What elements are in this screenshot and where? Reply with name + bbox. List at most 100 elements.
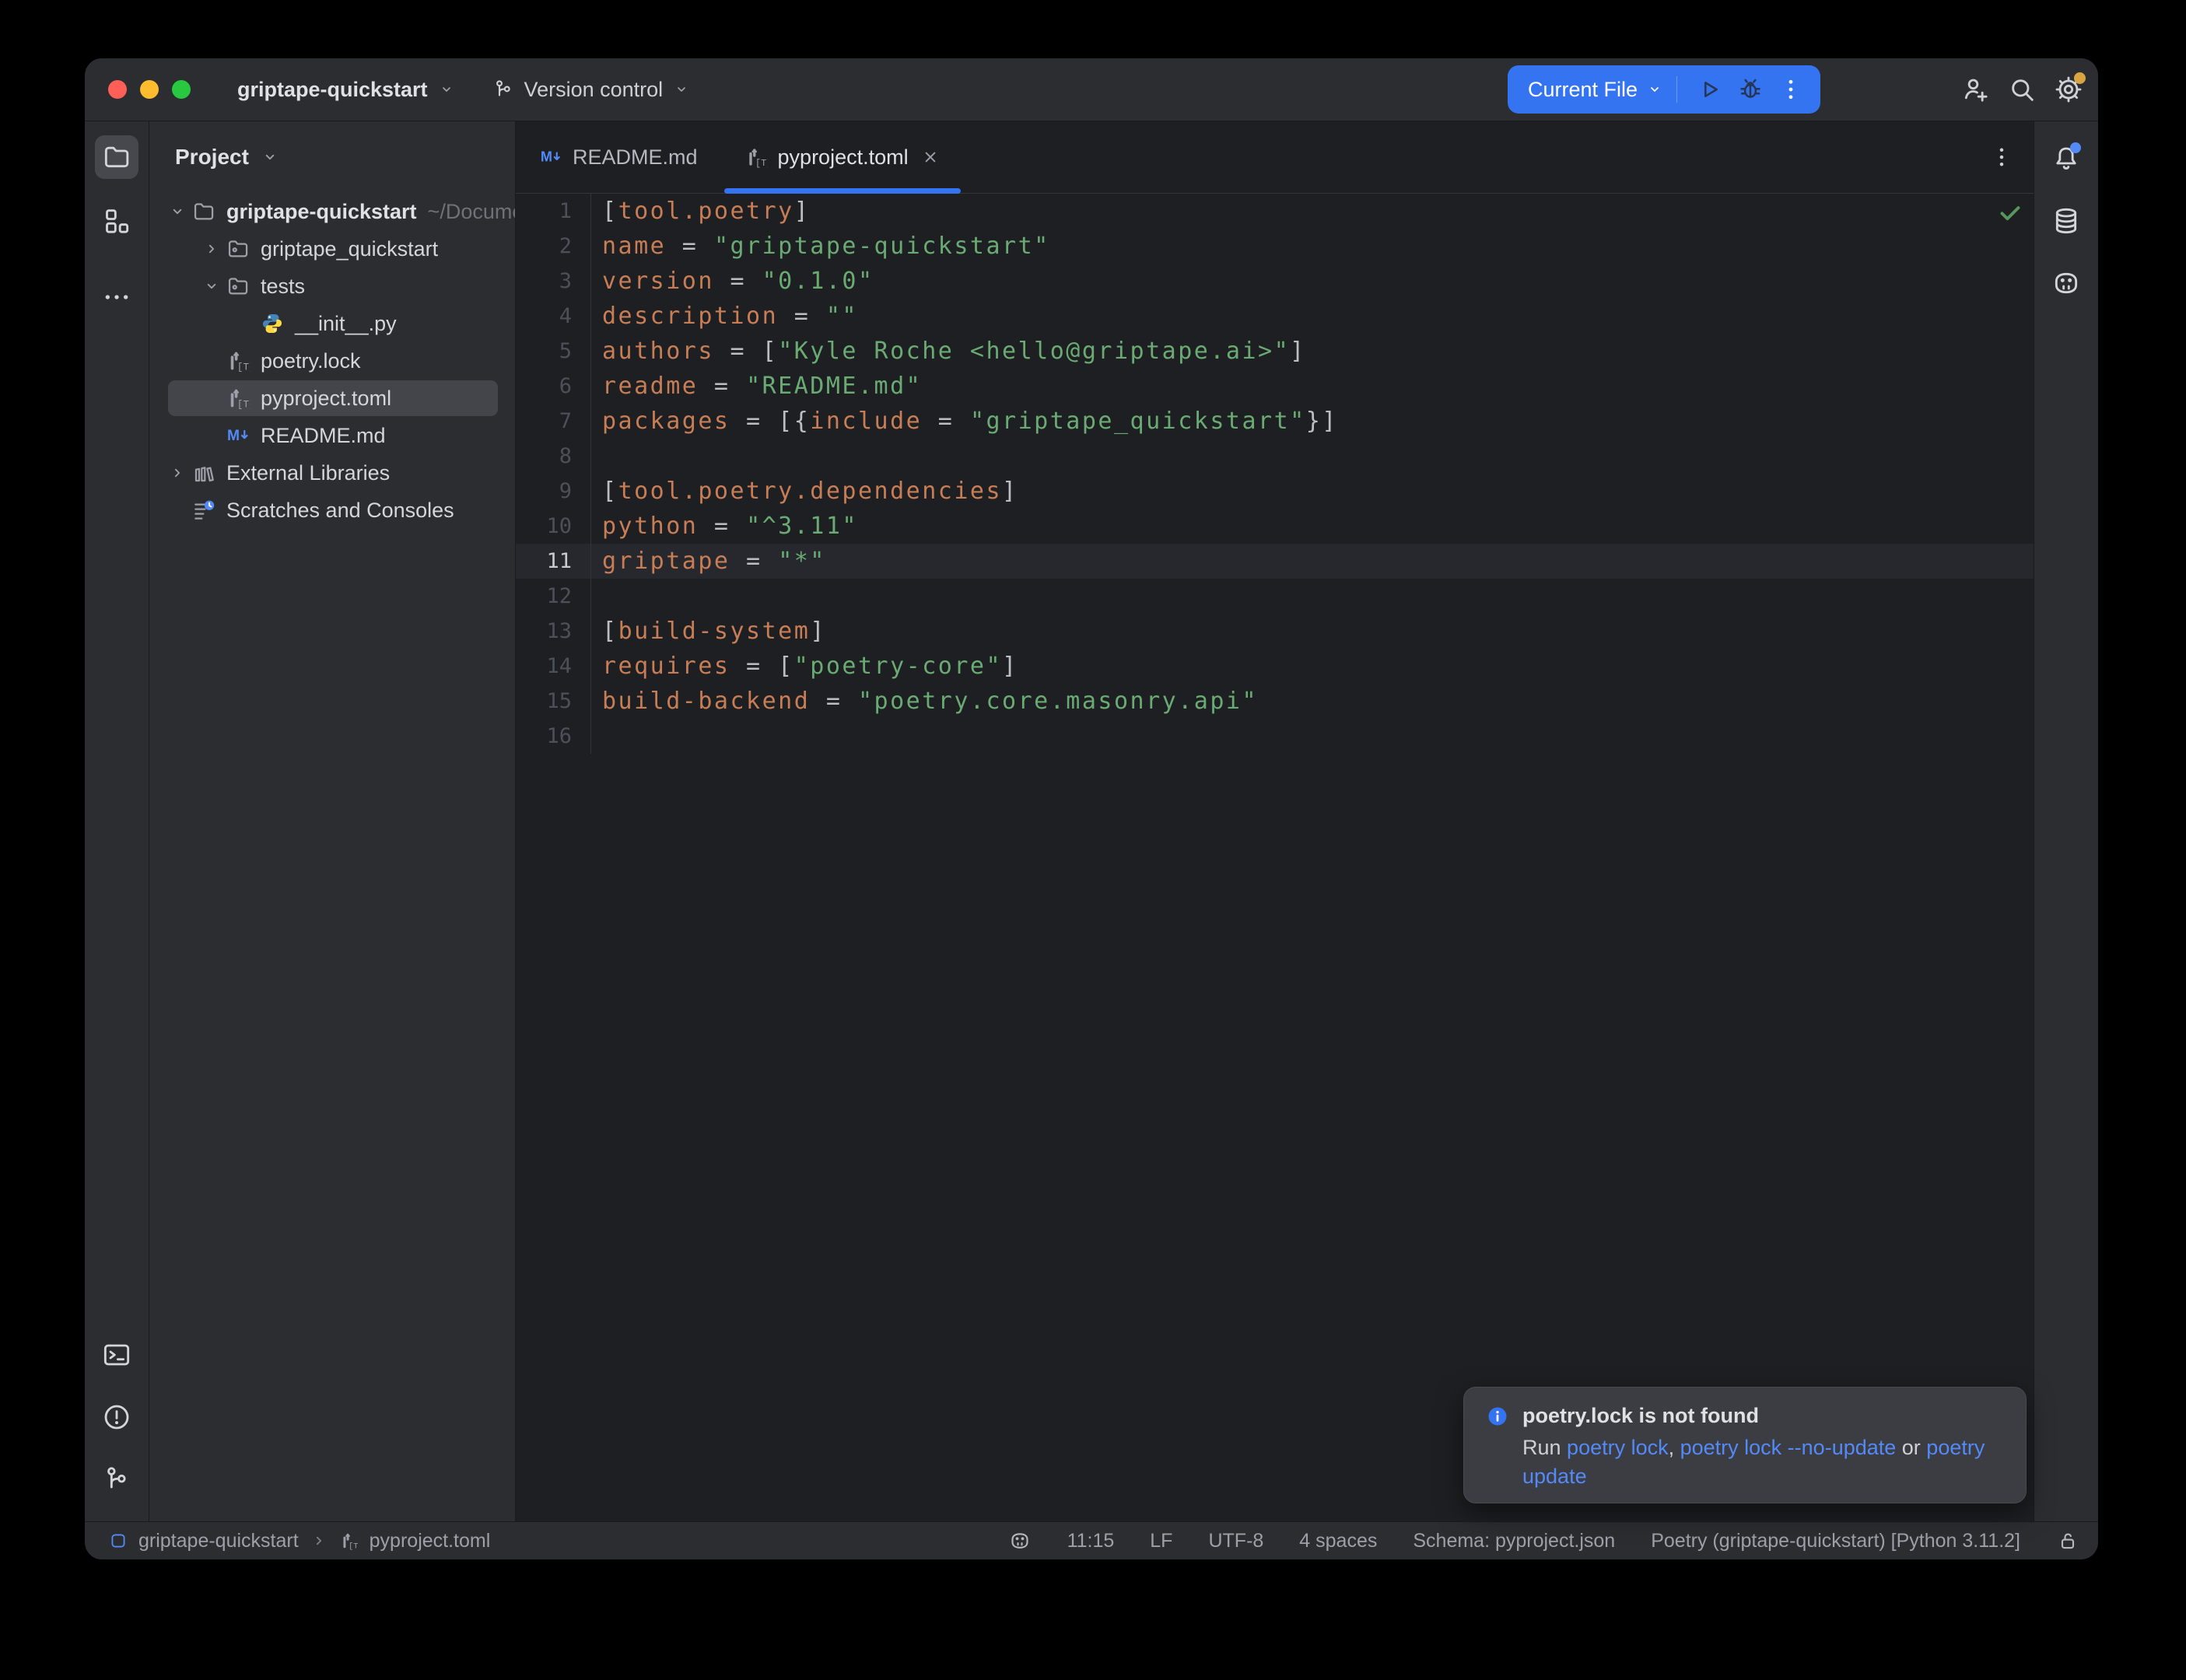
code-text: authors = ["Kyle Roche <hello@griptape.a… (591, 334, 1306, 369)
chevron-down-icon (201, 276, 222, 296)
code-text: name = "griptape-quickstart" (591, 229, 1050, 264)
code-line-9[interactable]: 9[tool.poetry.dependencies] (516, 474, 2034, 509)
chevron-right-icon[interactable] (165, 463, 190, 483)
run-button[interactable] (1696, 75, 1724, 103)
code-text: python = "^3.11" (591, 509, 858, 544)
debug-button[interactable] (1736, 75, 1764, 103)
inspections-ok-icon[interactable] (1996, 198, 2024, 226)
tool-window-button-database[interactable] (2044, 199, 2088, 243)
code-text: [tool.poetry] (591, 194, 810, 229)
structure-icon (101, 205, 132, 236)
chevron-down-icon (167, 201, 187, 222)
project-widget[interactable]: griptape-quickstart (237, 78, 456, 102)
svg-text:M: M (227, 428, 240, 444)
code-line-14[interactable]: 14requires = ["poetry-core"] (516, 649, 2034, 684)
svg-text:M: M (541, 149, 552, 165)
code-line-5[interactable]: 5authors = ["Kyle Roche <hello@griptape.… (516, 334, 2034, 369)
tool-window-button-structure[interactable] (95, 199, 138, 243)
tree-item-scratches-and-consoles[interactable]: Scratches and Consoles (149, 492, 515, 529)
status-item-5[interactable]: Poetry (griptape-quickstart) [Python 3.1… (1651, 1530, 2020, 1552)
notification-body: Run poetry lock, poetry lock --no-update… (1522, 1433, 1997, 1491)
code-line-4[interactable]: 4description = "" (516, 299, 2034, 334)
tree-item--init-py[interactable]: __init__.py (149, 305, 515, 342)
code-editor[interactable]: 1[tool.poetry]2name = "griptape-quicksta… (516, 194, 2034, 1521)
tool-window-button-project[interactable] (95, 135, 138, 179)
run-configuration-widget[interactable]: Current File (1508, 65, 1820, 114)
lock-open-icon[interactable] (2056, 1529, 2079, 1552)
editor-tab-bar: M README.md [T]pyproject.toml (516, 121, 2034, 194)
notification-text: Run (1522, 1436, 1567, 1459)
status-item-2[interactable]: UTF-8 (1208, 1530, 1263, 1552)
close-window-button[interactable] (108, 80, 127, 99)
tool-window-button-copilot[interactable] (2044, 261, 2088, 305)
tree-item-readme-md[interactable]: M README.md (149, 417, 515, 454)
code-line-12[interactable]: 12 (516, 579, 2034, 614)
code-line-13[interactable]: 13[build-system] (516, 614, 2034, 649)
chevron-right-icon[interactable] (199, 239, 224, 259)
search-everywhere-button[interactable] (1999, 68, 2045, 111)
line-number: 6 (516, 369, 591, 404)
tree-item-pyproject-toml[interactable]: [T]pyproject.toml (149, 380, 515, 417)
tree-item-label: README.md (261, 424, 386, 448)
tab-pyproject-toml[interactable]: [T]pyproject.toml (721, 121, 964, 193)
svg-text:[T]: [T] (237, 398, 250, 410)
tree-item-griptape-quickstart[interactable]: griptape-quickstart~/Docume (149, 193, 515, 230)
tab-label: README.md (573, 145, 698, 170)
status-item-4[interactable]: Schema: pyproject.json (1413, 1530, 1615, 1552)
markdown-icon: M (226, 423, 250, 448)
code-text (591, 719, 602, 754)
more-run-options-button[interactable] (1777, 75, 1805, 103)
code-line-7[interactable]: 7packages = [{include = "griptape_quicks… (516, 404, 2034, 439)
line-number: 16 (516, 719, 591, 754)
toml-icon: [T] (226, 348, 250, 373)
status-item-3[interactable]: 4 spaces (1299, 1530, 1377, 1552)
line-number: 10 (516, 509, 591, 544)
status-item-1[interactable]: LF (1150, 1530, 1172, 1552)
copilot-status-icon[interactable] (1008, 1529, 1032, 1552)
line-number: 1 (516, 194, 591, 229)
breadcrumb-project[interactable]: griptape-quickstart (138, 1530, 299, 1552)
code-line-11[interactable]: 11griptape = "*" (516, 544, 2034, 579)
chevron-down-icon (437, 80, 456, 99)
tool-window-button-more[interactable] (95, 275, 138, 319)
tab-options-button[interactable] (1988, 144, 2015, 170)
code-line-2[interactable]: 2name = "griptape-quickstart" (516, 229, 2034, 264)
code-line-10[interactable]: 10python = "^3.11" (516, 509, 2034, 544)
close-icon[interactable] (920, 147, 941, 167)
code-text: [build-system] (591, 614, 826, 649)
tool-window-button-problems[interactable] (95, 1395, 138, 1439)
vcs-widget[interactable]: Version control (492, 78, 692, 102)
notification-link[interactable]: poetry lock --no-update (1680, 1436, 1897, 1459)
project-icon (101, 142, 132, 173)
code-line-3[interactable]: 3version = "0.1.0" (516, 264, 2034, 299)
code-line-8[interactable]: 8 (516, 439, 2034, 474)
tree-item-external-libraries[interactable]: External Libraries (149, 454, 515, 492)
zoom-window-button[interactable] (172, 80, 191, 99)
notification-link[interactable]: poetry lock (1567, 1436, 1669, 1459)
minimize-window-button[interactable] (140, 80, 159, 99)
status-widgets: 11:15 LF UTF-8 4 spaces Schema: pyproject.js… (1008, 1529, 2079, 1552)
tab-readme-md[interactable]: M README.md (516, 121, 721, 193)
code-line-1[interactable]: 1[tool.poetry] (516, 194, 2034, 229)
project-tree: griptape-quickstart~/Documegriptape_quic… (149, 193, 515, 529)
settings-button[interactable] (2045, 68, 2092, 111)
svg-text:[T]: [T] (755, 158, 768, 169)
code-line-15[interactable]: 15build-backend = "poetry.core.masonry.a… (516, 684, 2034, 719)
project-panel-header[interactable]: Project (149, 121, 515, 193)
tool-window-button-terminal[interactable] (95, 1333, 138, 1377)
chevron-down-icon[interactable] (199, 276, 224, 296)
tree-item-poetry-lock[interactable]: [T]poetry.lock (149, 342, 515, 380)
extlib-icon (191, 460, 216, 485)
code-with-me-button[interactable] (1952, 68, 1999, 111)
tool-window-button-bell[interactable] (2044, 137, 2088, 180)
tool-window-button-git[interactable] (95, 1458, 138, 1501)
code-line-16[interactable]: 16 (516, 719, 2034, 754)
tree-item-tests[interactable]: tests (149, 268, 515, 305)
breadcrumb-file[interactable]: pyproject.toml (370, 1530, 491, 1552)
notification-dot (2070, 142, 2081, 153)
code-line-6[interactable]: 6readme = "README.md" (516, 369, 2034, 404)
status-item-0[interactable]: 11:15 (1067, 1530, 1115, 1552)
tree-item-griptape-quickstart[interactable]: griptape_quickstart (149, 230, 515, 268)
chevron-down-icon[interactable] (165, 201, 190, 222)
line-number: 4 (516, 299, 591, 334)
